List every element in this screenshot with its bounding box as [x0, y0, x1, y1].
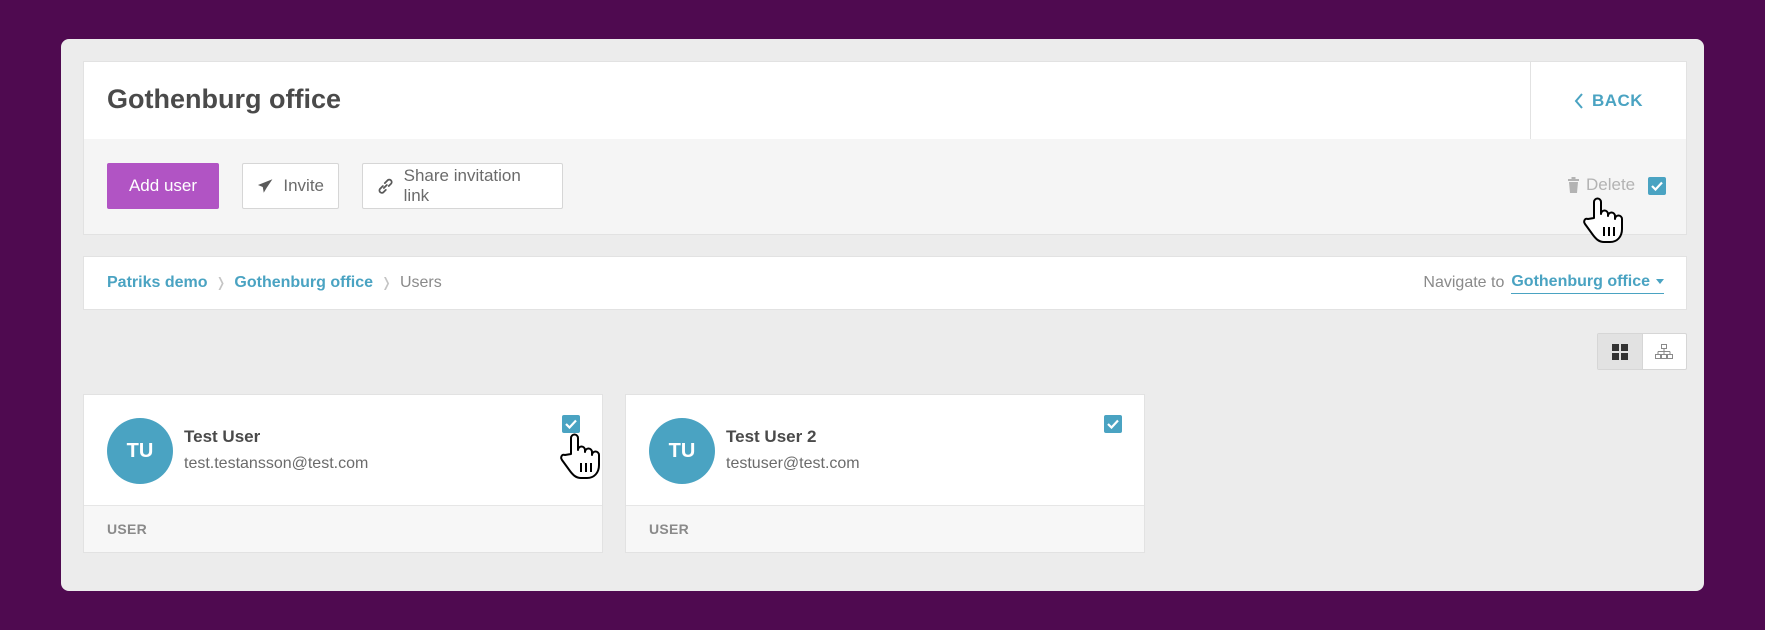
grid-view-icon — [1611, 343, 1628, 360]
user-card-body: TU Test User test.testansson@test.com — [84, 395, 602, 505]
user-select-checkbox[interactable] — [562, 415, 580, 433]
navigate-to-value: Gothenburg office — [1511, 272, 1650, 290]
user-name: Test User — [184, 427, 261, 446]
breadcrumb-separator-icon: ❭ — [215, 275, 227, 290]
tree-view-icon — [1655, 343, 1674, 359]
trash-icon — [1568, 177, 1579, 193]
user-email: test.testansson@test.com — [184, 455, 369, 472]
check-icon — [1107, 419, 1119, 429]
share-label: Share invitation link — [403, 166, 521, 205]
chevron-left-icon — [1574, 92, 1583, 109]
delete-button[interactable]: Delete — [1567, 175, 1635, 195]
app-window: Gothenburg office BACK Add user Invite S… — [61, 39, 1704, 591]
invite-label: Invite — [283, 176, 324, 195]
user-card-footer: USER — [626, 505, 1144, 552]
breadcrumb-item-patriks-demo[interactable]: Patriks demo — [107, 274, 207, 292]
add-user-button[interactable]: Add user — [107, 163, 219, 209]
caret-down-icon — [1656, 279, 1664, 284]
user-email: testuser@test.com — [726, 455, 860, 472]
breadcrumb-bar: Patriks demo ❭ Gothenburg office ❭ Users… — [83, 256, 1687, 310]
select-all-checkbox[interactable] — [1648, 177, 1666, 195]
user-card-body: TU Test User 2 testuser@test.com — [626, 395, 1144, 505]
navigate-to-dropdown[interactable]: Gothenburg office — [1511, 273, 1664, 294]
user-role: USER — [107, 521, 148, 537]
user-card[interactable]: TU Test User test.testansson@test.com US… — [83, 394, 603, 553]
navigate-to: Navigate to Gothenburg office — [1423, 257, 1664, 309]
tree-view-button[interactable] — [1643, 334, 1687, 369]
avatar: TU — [649, 418, 715, 484]
delete-label: Delete — [1586, 175, 1636, 194]
breadcrumb-item-users: Users — [399, 274, 442, 291]
user-card[interactable]: TU Test User 2 testuser@test.com USER — [625, 394, 1145, 553]
view-toggle — [1597, 333, 1687, 370]
user-select-checkbox[interactable] — [1104, 415, 1122, 433]
check-icon — [1651, 181, 1663, 191]
breadcrumb-separator-icon: ❭ — [381, 275, 392, 290]
paper-plane-icon — [257, 179, 273, 193]
grid-view-button[interactable] — [1598, 334, 1643, 369]
navigate-to-label: Navigate to — [1423, 274, 1505, 291]
invite-button[interactable]: Invite — [242, 163, 339, 209]
action-toolbar: Add user Invite Share invitation link De… — [83, 139, 1687, 235]
page-title: Gothenburg office — [107, 84, 341, 114]
check-icon — [565, 419, 577, 429]
back-label: BACK — [1591, 90, 1644, 110]
user-card-footer: USER — [84, 505, 602, 552]
user-name: Test User 2 — [726, 427, 817, 446]
breadcrumb-item-gothenburg-office[interactable]: Gothenburg office — [234, 274, 373, 292]
breadcrumb: Patriks demo ❭ Gothenburg office ❭ Users — [107, 257, 442, 309]
back-button[interactable]: BACK — [1530, 62, 1686, 139]
avatar: TU — [107, 418, 173, 484]
link-icon — [378, 178, 393, 194]
page-header: Gothenburg office BACK — [83, 61, 1687, 140]
user-role: USER — [649, 521, 690, 537]
share-invitation-link-button[interactable]: Share invitation link — [362, 163, 563, 209]
